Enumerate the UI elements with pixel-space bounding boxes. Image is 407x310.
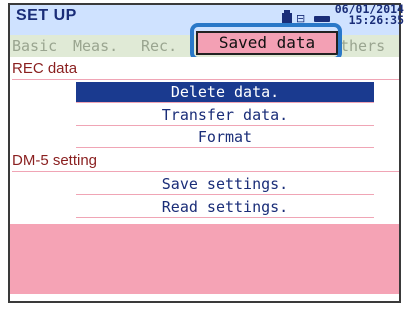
read-settings-item[interactable]: Read settings. [76, 197, 374, 218]
sd-card-icon [282, 10, 292, 23]
tab-rec[interactable]: Rec. [141, 35, 177, 57]
screen-title: SET UP [16, 7, 77, 24]
delete-data-item[interactable]: Delete data. [76, 82, 374, 103]
time-text: 15:26:35 [348, 13, 404, 27]
info-panel [10, 224, 399, 294]
datetime-display: 06/01/2014 15:26:35 [334, 3, 404, 27]
power-plug-icon [314, 16, 330, 22]
tab-meas[interactable]: Meas. [73, 35, 118, 57]
tab-others[interactable]: thers [340, 35, 385, 57]
tab-basic[interactable]: Basic [12, 35, 57, 57]
content-area: REC data Delete data. Transfer data. For… [10, 57, 399, 299]
format-item[interactable]: Format [76, 127, 374, 148]
tab-highlight-outline [190, 23, 342, 61]
setup-screen: SET UP ⊟ 06/01/2014 15:26:35 Basic Meas.… [8, 3, 404, 303]
rec-data-heading: REC data [12, 59, 399, 80]
save-settings-item[interactable]: Save settings. [76, 174, 374, 195]
transfer-data-item[interactable]: Transfer data. [76, 105, 374, 126]
dm5-setting-heading: DM-5 setting [12, 151, 399, 172]
